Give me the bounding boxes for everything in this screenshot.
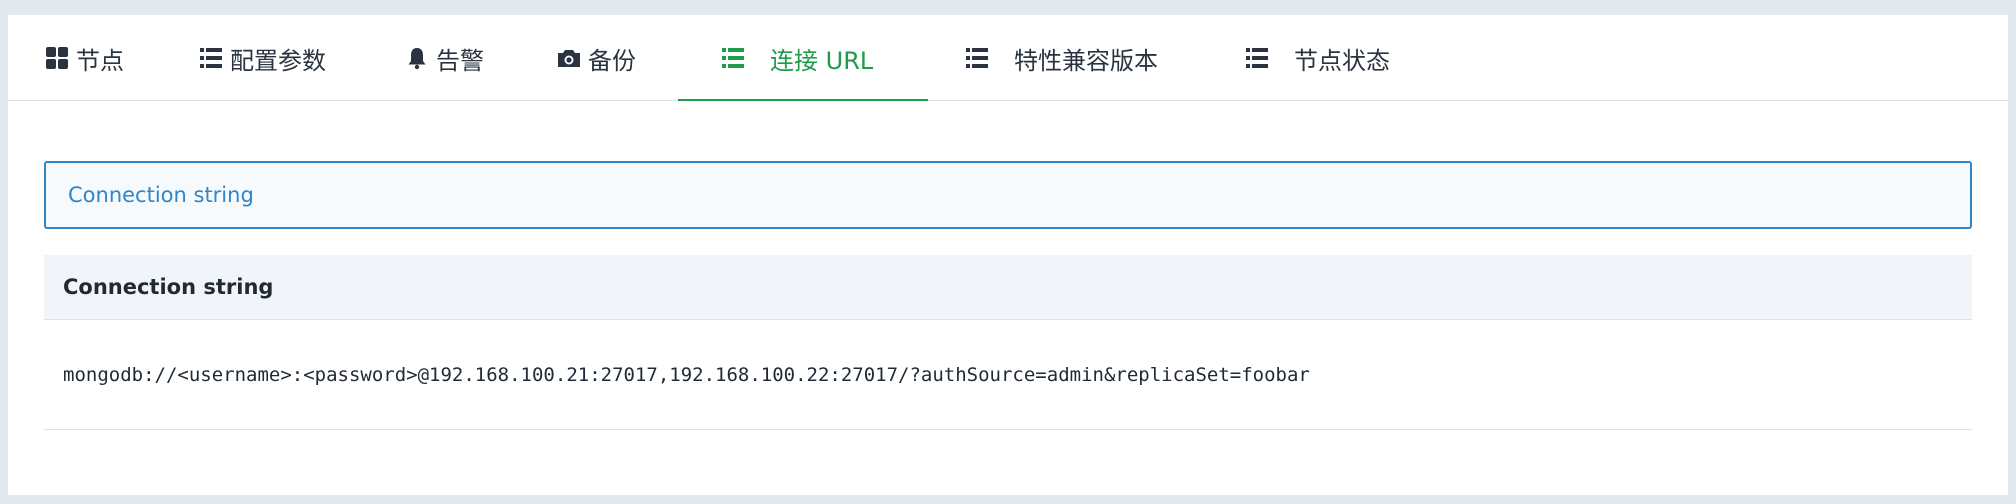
list-icon — [964, 45, 990, 71]
tab-label: 备份 — [588, 46, 636, 75]
tab-label: 配置参数 — [230, 46, 326, 75]
bell-icon — [404, 45, 430, 71]
content-card: 节点 配置参数 告警 备份 连接 URL 特性兼容版本 节点状态 Connect… — [8, 15, 2008, 495]
tab-connection-url[interactable]: 连接 URL — [720, 15, 873, 101]
grid-icon — [44, 45, 70, 71]
active-tab-indicator — [678, 99, 928, 101]
list-icon — [720, 45, 746, 71]
tab-label: 特性兼容版本 — [1014, 46, 1158, 75]
tab-config-params[interactable]: 配置参数 — [198, 15, 326, 101]
tab-node-status[interactable]: 节点状态 — [1244, 15, 1390, 101]
table-header: Connection string — [44, 255, 1972, 320]
list-icon — [1244, 45, 1270, 71]
column-header-connection-string: Connection string — [63, 275, 274, 299]
connection-string-selector-label: Connection string — [68, 183, 254, 207]
connection-string-selector[interactable]: Connection string — [44, 161, 1972, 229]
connection-string-value: mongodb://<username>:<password>@192.168.… — [63, 363, 1310, 386]
camera-icon — [556, 45, 582, 71]
list-icon — [198, 45, 224, 71]
table-row: mongodb://<username>:<password>@192.168.… — [44, 320, 1972, 430]
tab-backup[interactable]: 备份 — [556, 15, 636, 101]
tab-label: 节点状态 — [1294, 46, 1390, 75]
tab-label: 告警 — [436, 46, 484, 75]
tab-label: 节点 — [76, 46, 124, 75]
tab-label: 连接 URL — [770, 46, 874, 75]
tab-feature-compat-version[interactable]: 特性兼容版本 — [964, 15, 1158, 101]
tab-nodes[interactable]: 节点 — [44, 15, 124, 101]
tab-alerts[interactable]: 告警 — [404, 15, 484, 101]
tab-bar: 节点 配置参数 告警 备份 连接 URL 特性兼容版本 节点状态 — [8, 15, 2008, 101]
